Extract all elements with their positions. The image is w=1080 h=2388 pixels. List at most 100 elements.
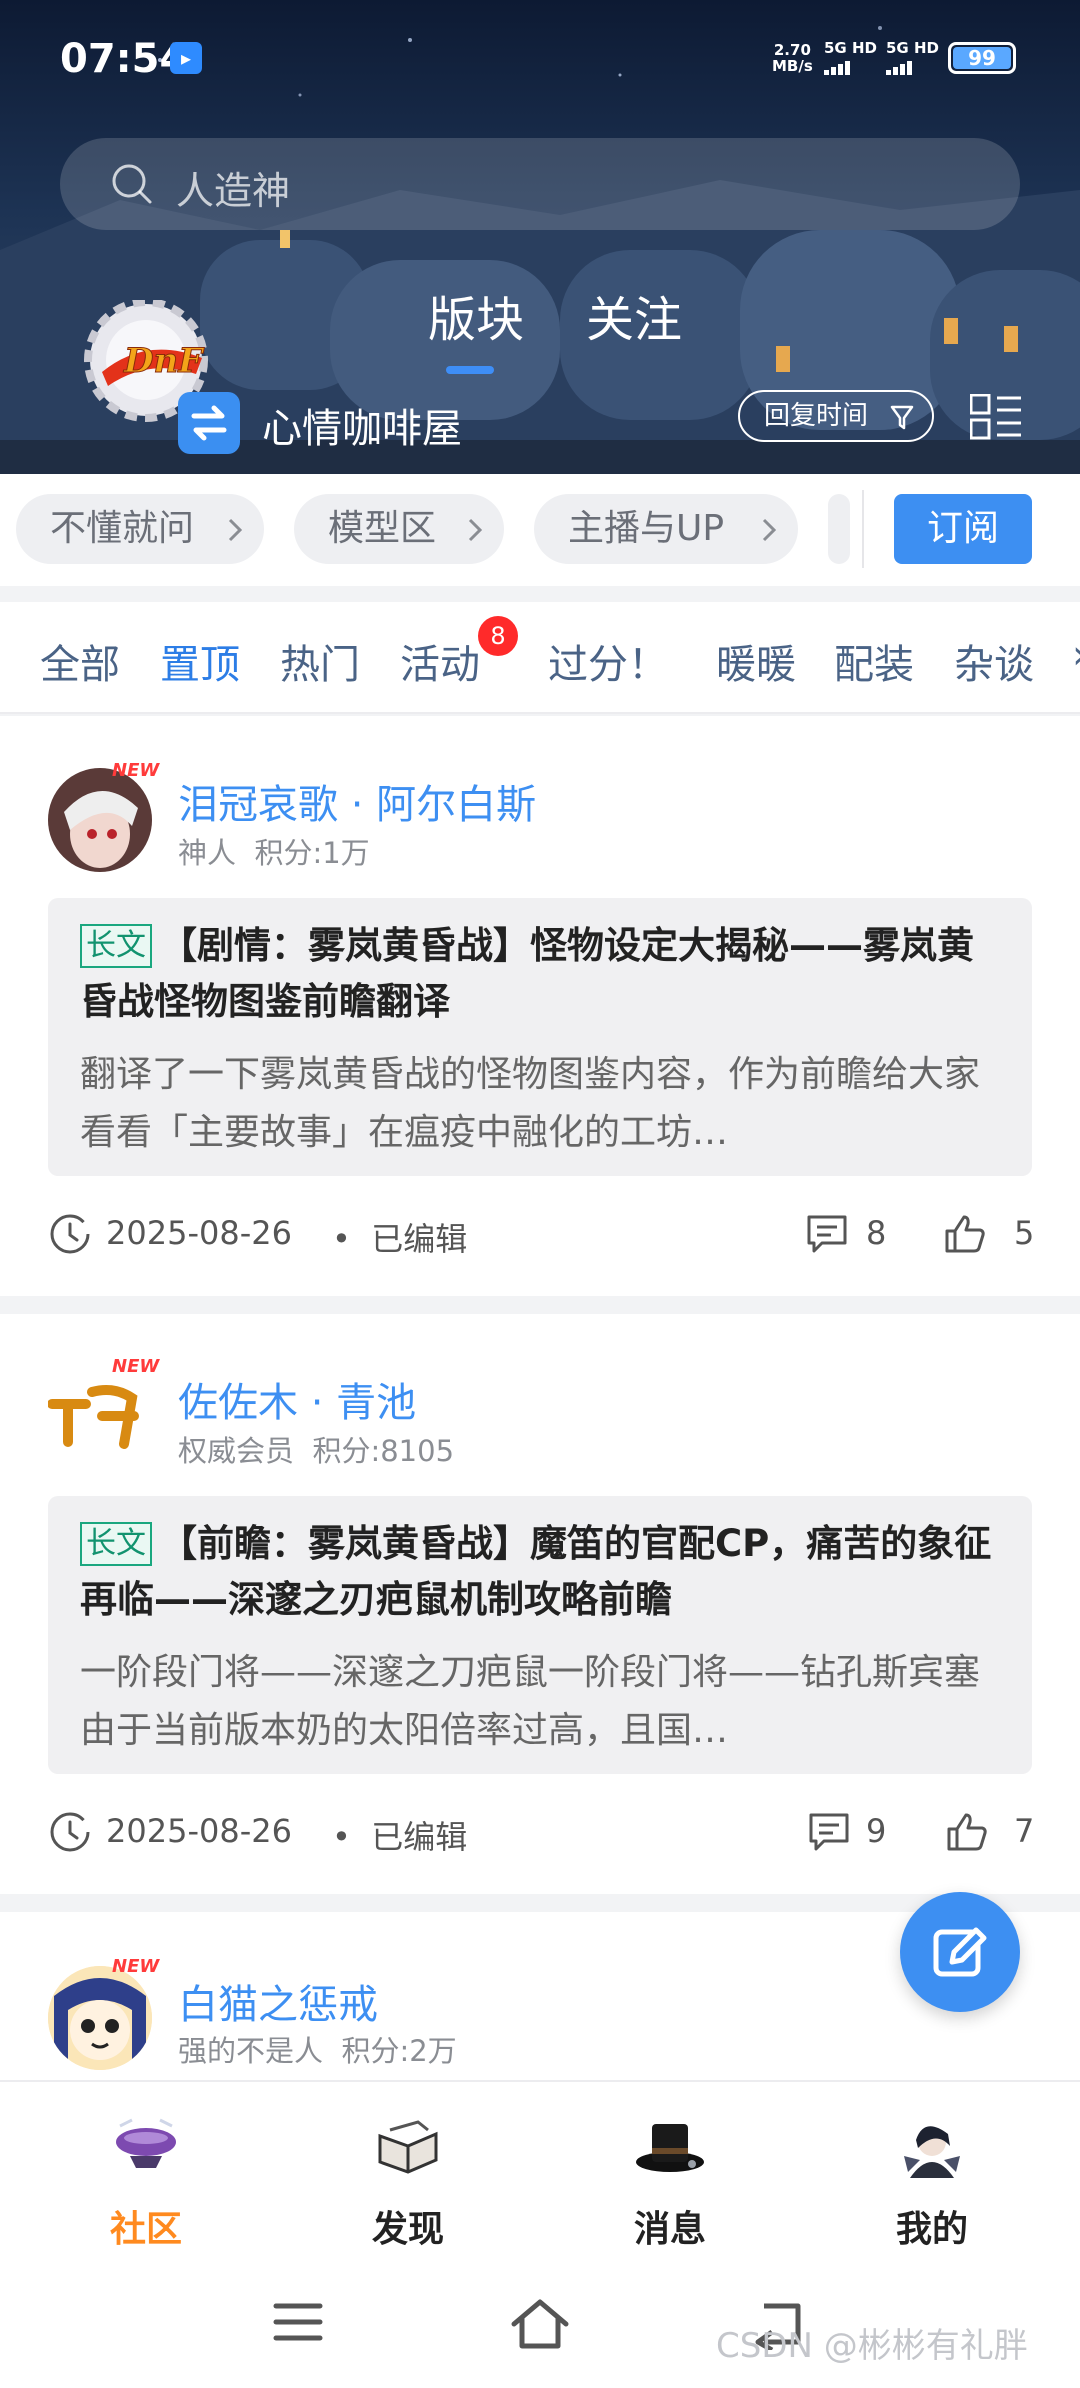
forum-name: 心情咖啡屋 [262, 406, 462, 452]
author-score: 积分:2万 [341, 2034, 457, 2068]
layout-toggle-icon[interactable] [970, 394, 1022, 440]
author-rank: 权威会员 [178, 1434, 295, 1468]
clock-icon [50, 1812, 90, 1852]
post-date: 2025-08-26 [106, 1812, 292, 1850]
post-footer: 2025-08-26 • 已编辑 9 7 [48, 1808, 1034, 1858]
author-meta: 强的不是人 积分:2万 [178, 2028, 457, 2070]
nav-profile[interactable]: 我的 [842, 2104, 1022, 2250]
edited-text: 已编辑 [371, 1818, 468, 1856]
nav-messages[interactable]: 消息 [580, 2104, 760, 2250]
edit-pencil-icon [933, 1927, 987, 1977]
subscribe-button[interactable]: 订阅 [894, 494, 1032, 564]
tab-following[interactable]: 关注 [586, 280, 682, 350]
search-bar[interactable]: 人造神 [60, 138, 1020, 230]
author-score: 积分:1万 [254, 836, 370, 870]
battery-icon: 99 [948, 42, 1016, 74]
author-name[interactable]: 泪冠哀歌 · 阿尔白斯 [178, 772, 536, 830]
post-content-card[interactable]: 长文 【前瞻：雾岚黄昏战】魔笛的官配CP，痛苦的象征再临——深邃之刃疤鼠机制攻略前… [48, 1496, 1032, 1774]
post-title: 长文 【前瞻：雾岚黄昏战】魔笛的官配CP，痛苦的象征再临——深邃之刃疤鼠机制攻略前… [80, 1516, 1010, 1628]
post-excerpt: 一阶段门将——深邃之刀疤鼠一阶段门将——钻孔斯宾塞由于当前版本奶的太阳倍率过高，… [80, 1652, 981, 1751]
chip-label: 主播与UP [568, 508, 725, 549]
search-placeholder: 人造神 [176, 169, 291, 213]
author-rank: 强的不是人 [178, 2034, 324, 2068]
sort-by-reply-time-button[interactable]: 回复时间 [738, 390, 934, 442]
shortcut-chip-models[interactable]: 模型区 [294, 494, 504, 564]
notification-app-icon: ▸ [170, 42, 202, 74]
category-tab-overflow[interactable]: › [1072, 632, 1080, 678]
like-thumb-icon[interactable] [946, 1812, 988, 1852]
long-post-tag: 长文 [80, 1522, 152, 1566]
compose-post-button[interactable] [900, 1892, 1020, 2012]
category-tab-chat[interactable]: 杂谈 [954, 632, 1034, 690]
post-content-card[interactable]: 长文 【剧情：雾岚黄昏战】怪物设定大揭秘——雾岚黄昏战怪物图鉴前瞻翻译 翻译了一下… [48, 898, 1032, 1176]
dnf-logo-text: DnF [123, 341, 205, 381]
post-excerpt: 翻译了一下雾岚黄昏战的怪物图鉴内容，作为前瞻给大家看看「主要故事」在瘟疫中融化的… [80, 1054, 981, 1153]
chevron-right-icon [468, 518, 482, 542]
author-avatar[interactable] [48, 768, 152, 872]
nav-label: 发现 [371, 2209, 444, 2250]
nav-community[interactable]: 社区 [56, 2104, 236, 2250]
switch-forum-button[interactable] [178, 392, 240, 454]
post-card[interactable]: NEW 泪冠哀歌 · 阿尔白斯 神人 积分:1万 长文 【剧情：雾岚黄昏战】怪物设… [0, 716, 1080, 1296]
long-post-tag: 长文 [80, 924, 152, 968]
avatar-illustration [48, 768, 152, 872]
author-name[interactable]: 佐佐木 · 青池 [178, 1370, 416, 1428]
shortcut-chip-questions[interactable]: 不懂就问 [16, 494, 264, 564]
post-card[interactable]: NEW 佐佐木 · 青池 权威会员 积分:8105 长文 【前瞻：雾岚黄昏战】魔笛… [0, 1314, 1080, 1894]
shortcut-chip-streamers[interactable]: 主播与UP [534, 494, 798, 564]
category-tab-hot[interactable]: 热门 [280, 632, 360, 690]
avatar-illustration [48, 1966, 152, 2070]
sim2-label: 5G HD [886, 39, 939, 57]
category-tab-events[interactable]: 活动 [400, 632, 480, 690]
new-badge: NEW [112, 1956, 160, 1977]
sim1-label: 5G HD [824, 39, 877, 57]
search-icon [112, 164, 152, 204]
chip-divider [862, 490, 864, 568]
battery-level: 99 [953, 47, 1011, 69]
category-tab-builds[interactable]: 配装 [834, 632, 914, 690]
clock-icon [50, 1214, 90, 1254]
like-count: 5 [1014, 1214, 1035, 1252]
bottom-navigation: 社区 发现 消息 我的 [0, 2080, 1080, 2260]
forum-header: 07:54 ▸ 2.70 MB/s 5G HD 5G HD 99 人造神 版块 … [0, 0, 1080, 474]
nav-discover[interactable]: 发现 [318, 2104, 498, 2250]
active-tab-indicator [446, 366, 494, 374]
avatar-illustration [48, 1364, 152, 1468]
sort-label: 回复时间 [764, 401, 869, 431]
shortcut-bar: 不懂就问 模型区 主播与UP 订阅 [0, 474, 1080, 586]
new-badge: NEW [112, 760, 160, 781]
edited-label: • 已编辑 [332, 1818, 468, 1856]
menu-icon[interactable] [272, 2298, 324, 2346]
author-score: 积分:8105 [312, 1434, 455, 1468]
home-icon[interactable] [510, 2298, 570, 2350]
category-tab-too-much[interactable]: 过分！ [548, 632, 668, 690]
status-bar: 07:54 ▸ 2.70 MB/s 5G HD 5G HD 99 [0, 0, 1080, 110]
status-time: 07:54 [60, 36, 188, 82]
post-date: 2025-08-26 [106, 1214, 292, 1252]
discover-book-icon [378, 2120, 438, 2174]
shortcut-chip-overflow[interactable] [828, 494, 850, 564]
new-badge: NEW [112, 1356, 160, 1377]
tab-boards[interactable]: 版块 [428, 280, 524, 350]
filter-funnel-icon [890, 405, 914, 430]
author-name[interactable]: 白猫之惩戒 [178, 1972, 378, 2030]
post-footer: 2025-08-26 • 已编辑 8 5 [48, 1210, 1035, 1260]
like-thumb-icon[interactable] [944, 1214, 986, 1254]
author-avatar[interactable] [48, 1364, 152, 1468]
category-tabs: 全部 置顶 热门 活动 8 过分！ 暖暖 配装 杂谈 › [0, 602, 1080, 714]
comment-icon[interactable] [806, 1214, 848, 1254]
nav-label: 我的 [895, 2209, 968, 2250]
nav-label: 社区 [109, 2209, 182, 2250]
category-tab-all[interactable]: 全部 [40, 632, 120, 690]
post-title: 长文 【剧情：雾岚黄昏战】怪物设定大揭秘——雾岚黄昏战怪物图鉴前瞻翻译 [80, 918, 1010, 1030]
category-tab-pinned[interactable]: 置顶 [160, 632, 240, 690]
comment-count: 8 [866, 1214, 887, 1252]
author-avatar[interactable] [48, 1966, 152, 2070]
edited-text: 已编辑 [371, 1220, 468, 1258]
events-count-badge: 8 [478, 616, 518, 656]
comment-icon[interactable] [808, 1812, 850, 1852]
community-airship-icon [116, 2118, 176, 2168]
signal-sim1: 5G HD [824, 39, 877, 75]
signal-bars-icon [824, 59, 877, 75]
category-tab-nuannuan[interactable]: 暖暖 [716, 632, 796, 690]
